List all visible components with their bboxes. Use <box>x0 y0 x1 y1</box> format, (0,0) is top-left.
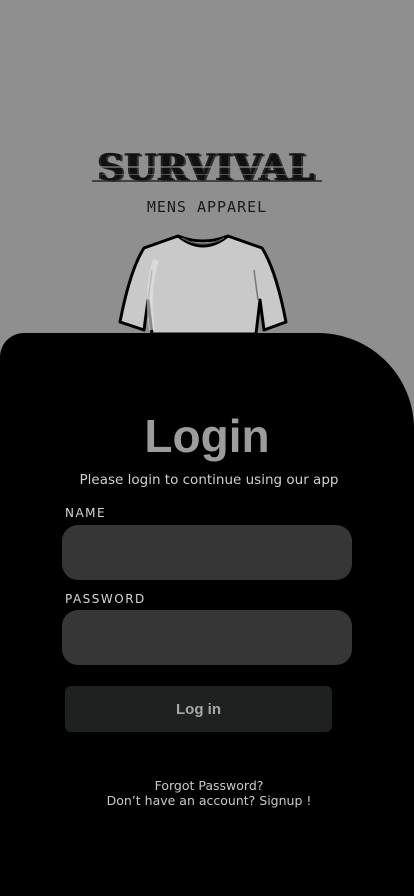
password-input[interactable] <box>62 610 352 665</box>
t-shirt-icon <box>118 234 288 336</box>
login-button[interactable]: Log in <box>65 686 332 732</box>
brand-header: SURVIVAL MENS APPAREL <box>0 0 414 340</box>
auth-links: Forgot Password? Don’t have an account? … <box>0 778 414 808</box>
login-title: Login <box>144 410 270 462</box>
login-subtitle: Please login to continue using our app <box>79 472 339 488</box>
name-label: NAME <box>65 506 107 520</box>
brand-tagline: MENS APPAREL <box>146 198 268 216</box>
brand-logo-texture <box>92 166 322 182</box>
signup-link[interactable]: Don’t have an account? Signup ! <box>0 793 414 808</box>
password-label: PASSWORD <box>65 592 146 606</box>
name-input[interactable] <box>62 525 352 580</box>
forgot-password-link[interactable]: Forgot Password? <box>0 778 414 793</box>
